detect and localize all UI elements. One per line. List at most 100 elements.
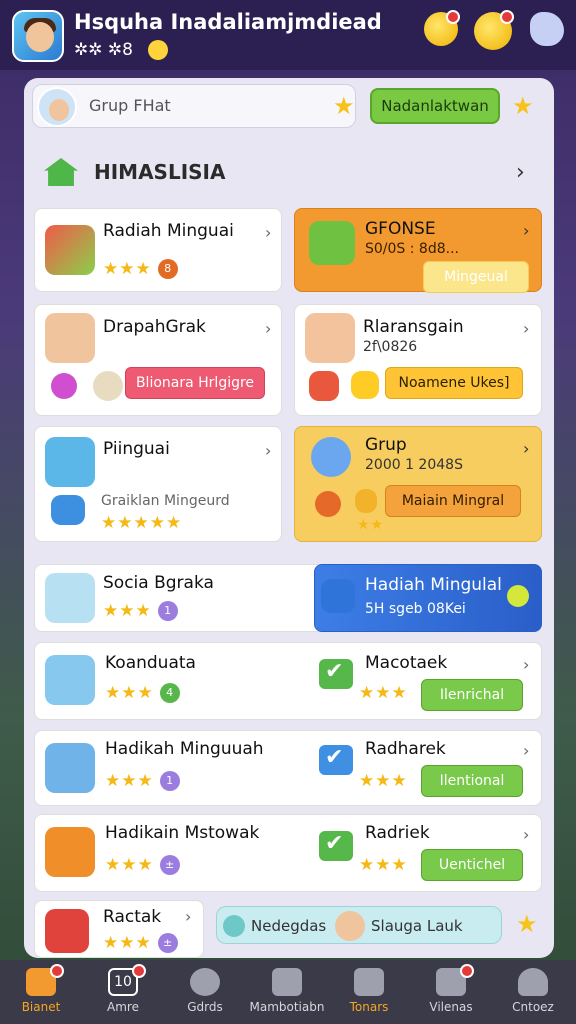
card-subtitle: Graiklan Mingeurd (101, 493, 230, 509)
profile-avatar[interactable] (12, 10, 64, 62)
claim-button[interactable]: Ilenrichal (421, 679, 523, 711)
reward-card[interactable]: DrapahGrak › Blionara Hrlgigre (34, 304, 282, 416)
claim-button[interactable]: Mingeual (423, 261, 529, 293)
card-title: Rlaransgain (363, 317, 464, 337)
nav-item-home[interactable]: Bianet (0, 960, 82, 1024)
nav-label: Mambotiabn (249, 1000, 325, 1014)
star-rating-value: ★★★ (103, 259, 152, 279)
globe-icon (190, 968, 220, 996)
card-title: Piinguai (103, 439, 170, 459)
group-chat-label: Grup FHat (89, 96, 171, 115)
chevron-right-icon[interactable]: › (523, 825, 529, 844)
nav-label: Tonars (349, 1000, 389, 1014)
document-icon (272, 968, 302, 996)
gold-coin-icon[interactable] (474, 10, 514, 50)
gem-icon (355, 489, 377, 513)
chevron-right-icon[interactable]: › (516, 160, 525, 185)
reward-card-highlight[interactable]: GFONSE S0/0S : 8d8... Mingeual › (294, 208, 542, 293)
reward-row[interactable]: Hadikah Minguuah ★★★ 1 Radharek › ★★★ Il… (34, 730, 542, 806)
claim-button[interactable]: Maiain Mingral (385, 485, 521, 517)
chat-icon (223, 915, 245, 937)
heart-box-icon (309, 221, 355, 265)
notification-badge (446, 10, 460, 24)
reward-card[interactable]: Radiah Minguai ★★★ 8 › (34, 208, 282, 292)
chat-pill[interactable]: Nedegdas Slauga Lauk (216, 906, 502, 944)
character-avatar (305, 313, 355, 363)
card-title: Ractak (103, 907, 162, 927)
treasure-icon (354, 968, 384, 996)
notification-badge (132, 964, 146, 978)
character-avatar (45, 437, 95, 487)
card-title: Macotaek (365, 653, 448, 673)
star-rating-value: ★★★ (105, 683, 154, 703)
reward-row[interactable]: Hadikain Mstowak ★★★ ± Radriek › ★★★ Uen… (34, 814, 542, 892)
chevron-right-icon[interactable]: › (523, 221, 529, 240)
top-bar: Hsquha Inadaliamjmdiead ✲✲ ✲8 (0, 0, 576, 70)
coin-icon[interactable] (424, 10, 460, 46)
notification-badge (50, 964, 64, 978)
star-rating-value: ★★★ (103, 933, 152, 953)
nav-label: Amre (107, 1000, 139, 1014)
reward-card[interactable]: Piinguai › Graiklan Mingeurd ★★★★★ (34, 426, 282, 542)
primary-action-button[interactable]: Nadanlaktwan (370, 88, 500, 124)
star-icon[interactable]: ★ (516, 912, 538, 936)
star-icon[interactable]: ★ (333, 94, 355, 118)
game-box-icon (45, 827, 95, 877)
card-title: Hadiah Mingulal (365, 575, 502, 595)
shield-icon (315, 491, 341, 517)
count-badge: 1 (158, 601, 179, 621)
chevron-right-icon[interactable]: › (523, 319, 529, 338)
nav-item-cards[interactable]: Gdrds (164, 960, 246, 1024)
character-avatar (45, 573, 95, 623)
card-title: Radriek (365, 823, 430, 843)
reward-row[interactable]: Ractak › ★★★ ± (34, 900, 204, 958)
person-icon (518, 968, 548, 996)
chevron-right-icon[interactable]: › (265, 319, 271, 338)
smiley-icon (148, 40, 168, 60)
chevron-right-icon[interactable]: › (265, 441, 271, 460)
nav-item-vilenas[interactable]: Vilenas (410, 960, 492, 1024)
section-title: HIMASLISIA (94, 160, 226, 184)
card-title: Grup (365, 435, 407, 455)
star-icon[interactable]: ★ (512, 94, 534, 118)
card-subtitle: S0/0S : 8d8... (365, 241, 459, 257)
character-avatar (45, 313, 95, 363)
avatar-face (26, 22, 54, 52)
count-badge: 4 (160, 683, 181, 703)
chevron-right-icon[interactable]: › (523, 655, 529, 674)
nav-item-members[interactable]: Mambotiabn (246, 960, 328, 1024)
chevron-right-icon[interactable]: › (265, 223, 271, 242)
claim-button[interactable]: Ilentional (421, 765, 523, 797)
reward-row[interactable]: Koanduata ★★★ 4 Macotaek › ★★★ Ilenricha… (34, 642, 542, 720)
claim-button[interactable]: Noamene Ukes] (385, 367, 523, 399)
check-icon (319, 659, 353, 689)
chevron-right-icon[interactable]: › (523, 741, 529, 760)
gift-icon (45, 225, 95, 275)
notification-badge (460, 964, 474, 978)
edit-icon (321, 579, 355, 613)
app-subtitle: ✲✲ ✲8 (74, 40, 133, 60)
star-rating: ★★★ ± (103, 933, 179, 953)
bird-icon[interactable] (530, 12, 564, 46)
app-title: Hsquha Inadaliamjmdiead (74, 10, 382, 34)
chevron-right-icon[interactable]: › (523, 439, 529, 458)
chevron-right-icon[interactable]: › (185, 907, 191, 926)
claim-button[interactable]: Uentichel (421, 849, 523, 881)
bottom-nav: Bianet 10 Amre Gdrds Mambotiabn Tonars V… (0, 960, 576, 1024)
card-title: Socia Bgraka (103, 573, 214, 593)
chat-left-label: Nedegdas (251, 917, 327, 935)
star-rating-value: ★★★ (105, 855, 154, 875)
count-badge: 8 (158, 259, 179, 279)
ticket-icon (351, 371, 379, 399)
card-title: Radharek (365, 739, 446, 759)
reward-card-highlight[interactable]: Grup 2000 1 2048S › Maiain Mingral ★★ (294, 426, 542, 542)
nav-item-profile[interactable]: Cntoez (492, 960, 574, 1024)
group-chat-bar[interactable]: Grup FHat ★ (32, 84, 356, 128)
reward-card[interactable]: Rlaransgain 2f\0826 › Noamene Ukes] (294, 304, 542, 416)
star-rating: ★★★ ± (105, 855, 181, 875)
claim-button[interactable]: Blionara Hrlgigre (125, 367, 265, 399)
nav-item-tonars[interactable]: Tonars (328, 960, 410, 1024)
weekly-reward-banner[interactable]: Hadiah Mingulal 5H sgeb 08Kei (314, 564, 542, 632)
bottom-strip: Ractak › ★★★ ± Nedegdas Slauga Lauk ★ (32, 900, 542, 958)
nav-item-calendar[interactable]: 10 Amre (82, 960, 164, 1024)
